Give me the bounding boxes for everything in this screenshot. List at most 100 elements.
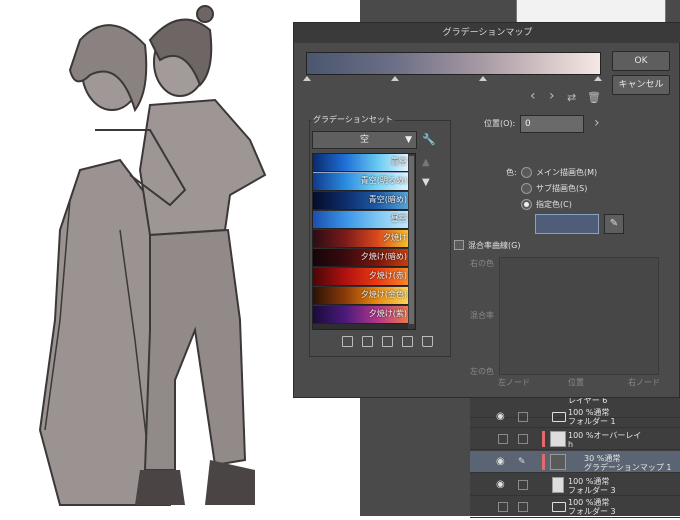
- layer-thumbnail: [552, 477, 564, 493]
- chevron-right-icon[interactable]: ›: [594, 116, 600, 130]
- gradient-preview-bar[interactable]: [306, 52, 601, 75]
- clip-indicator: [542, 431, 545, 447]
- gradient-item[interactable]: 夕焼け(金色): [313, 287, 409, 305]
- position-axis-label: 位置: [568, 378, 584, 387]
- visibility-checkbox[interactable]: [498, 502, 508, 512]
- eye-icon[interactable]: ◉: [496, 480, 508, 490]
- layer-blend: 100 %通常: [568, 477, 610, 486]
- blend-curve-checkbox[interactable]: [454, 240, 464, 250]
- gradient-item-label: 夕焼け(暗め): [360, 252, 407, 261]
- folder-icon: [552, 502, 566, 512]
- gradient-set-label: グラデーションセット: [311, 115, 395, 124]
- gradient-item[interactable]: 夕焼け: [313, 230, 409, 248]
- sub-color-radio[interactable]: [521, 183, 532, 194]
- main-color-radio[interactable]: [521, 167, 532, 178]
- trash-icon[interactable]: 🗑: [587, 91, 601, 105]
- left-node-label: 左ノード: [498, 378, 530, 387]
- gradient-list-scrollbar[interactable]: [408, 154, 415, 329]
- sub-color-label: サブ描画色(S): [536, 184, 588, 193]
- gradient-item[interactable]: 夕焼け(紫): [313, 306, 409, 324]
- layer-name: h: [568, 440, 574, 449]
- gradient-item-label: 青空(暗め): [368, 195, 407, 204]
- gradient-item[interactable]: 昼空: [313, 211, 409, 229]
- flip-icon[interactable]: ⇄: [567, 91, 576, 105]
- blend-rate-label: 混合率: [470, 311, 494, 320]
- gradient-item-label: 夕焼け(金色): [360, 290, 407, 299]
- layer-panel: レイヤー 6 ◉ 100 %通常 フォルダー 1 100 %オーバーレイ h ◉…: [470, 396, 680, 518]
- chevron-left-icon[interactable]: ‹: [530, 89, 536, 103]
- layer-row-selected[interactable]: ◉ ✎ 30 %通常 グラデーションマップ 1: [470, 451, 680, 473]
- layer-blend: 100 %通常: [568, 408, 610, 417]
- gradient-item-label: 青空: [391, 157, 407, 166]
- correction-layer-icon: [550, 454, 566, 470]
- chevron-down-icon: ▼: [405, 135, 412, 145]
- right-node-label: 右ノード: [628, 378, 660, 387]
- export-gradient-icon[interactable]: [362, 336, 373, 347]
- layer-row[interactable]: 100 %オーバーレイ h: [470, 428, 680, 450]
- scrollbar-thumb[interactable]: [409, 156, 414, 324]
- blend-curve-graph[interactable]: [499, 257, 659, 375]
- gradient-node[interactable]: [594, 76, 602, 81]
- chevron-right-icon[interactable]: ›: [549, 89, 555, 103]
- gradient-set-select[interactable]: 空 ▼: [312, 131, 417, 149]
- layer-name: グラデーションマップ 1: [584, 463, 672, 472]
- gradient-item-label: 夕焼け(紫): [368, 309, 407, 318]
- specified-color-radio[interactable]: [521, 199, 532, 210]
- move-down-icon[interactable]: ▼: [422, 177, 430, 188]
- layer-name: フォルダー 1: [568, 417, 616, 426]
- position-label: 位置(O):: [484, 119, 516, 128]
- pen-icon: ✎: [518, 457, 526, 467]
- gradient-item[interactable]: 夕焼け(暗め): [313, 249, 409, 267]
- lock-checkbox[interactable]: [518, 412, 528, 422]
- gradient-list[interactable]: 青空 青空(明るめ) 青空(暗め) 昼空 夕焼け 夕焼け(暗め) 夕焼け(赤) …: [312, 153, 416, 330]
- add-gradient-icon[interactable]: [342, 336, 353, 347]
- ok-button[interactable]: OK: [612, 51, 670, 71]
- move-up-icon[interactable]: ▲: [422, 157, 430, 168]
- eye-icon[interactable]: ◉: [496, 457, 508, 467]
- gradient-item-label: 夕焼け: [383, 233, 407, 242]
- register-gradient-icon[interactable]: [402, 336, 413, 347]
- gradient-item[interactable]: 夕焼け(赤): [313, 268, 409, 286]
- duplicate-gradient-icon[interactable]: [382, 336, 393, 347]
- clip-indicator: [542, 454, 545, 470]
- gradient-item-label: 夕焼け(赤): [368, 271, 407, 280]
- right-color-label: 右の色: [470, 259, 494, 268]
- layer-row[interactable]: ◉ 100 %通常 フォルダー 3: [470, 474, 680, 496]
- color-label: 色:: [506, 168, 517, 177]
- eye-icon[interactable]: ◉: [496, 412, 508, 422]
- blend-curve-label: 混合率曲線(G): [468, 241, 521, 250]
- folder-icon: [552, 412, 566, 422]
- wrench-icon[interactable]: 🔧: [422, 133, 436, 146]
- trash-icon[interactable]: [422, 336, 433, 347]
- layer-row[interactable]: 100 %通常 フォルダー 3: [470, 496, 680, 518]
- left-color-label: 左の色: [470, 367, 494, 376]
- layer-blend: 100 %オーバーレイ: [568, 431, 642, 440]
- lock-checkbox[interactable]: [518, 480, 528, 490]
- layer-thumbnail: [550, 431, 566, 447]
- lock-checkbox[interactable]: [518, 434, 528, 444]
- dialog-title[interactable]: グラデーションマップ: [294, 23, 680, 43]
- visibility-checkbox[interactable]: [498, 434, 508, 444]
- layer-blend: 30 %通常: [584, 454, 621, 463]
- lock-checkbox[interactable]: [518, 502, 528, 512]
- navigator-thumbnail[interactable]: [516, 0, 666, 24]
- position-input[interactable]: 0: [520, 115, 584, 133]
- color-swatch[interactable]: [535, 214, 599, 234]
- gradient-node[interactable]: [479, 76, 487, 81]
- gradient-item-label: 昼空: [391, 214, 407, 223]
- gradient-item[interactable]: 青空(暗め): [313, 192, 409, 210]
- cancel-button[interactable]: キャンセル: [612, 75, 670, 95]
- eyedropper-icon[interactable]: ✎: [604, 214, 624, 234]
- gradient-item-label: 青空(明るめ): [360, 176, 407, 185]
- gradient-node[interactable]: [391, 76, 399, 81]
- gradient-node[interactable]: [303, 76, 311, 81]
- gradient-map-dialog: グラデーションマップ OK キャンセル ‹ › ⇄ 🗑 グラデーションセット 空…: [293, 22, 680, 398]
- gradient-set-value: 空: [359, 135, 369, 145]
- specified-color-label: 指定色(C): [536, 200, 572, 209]
- gradient-item[interactable]: 青空(明るめ): [313, 173, 409, 191]
- layer-name: フォルダー 3: [568, 486, 616, 495]
- gradient-item[interactable]: 青空: [313, 154, 410, 173]
- layer-row[interactable]: ◉ 100 %通常 フォルダー 1: [470, 406, 680, 428]
- layer-name: フォルダー 3: [568, 507, 616, 516]
- main-color-label: メイン描画色(M): [536, 168, 598, 177]
